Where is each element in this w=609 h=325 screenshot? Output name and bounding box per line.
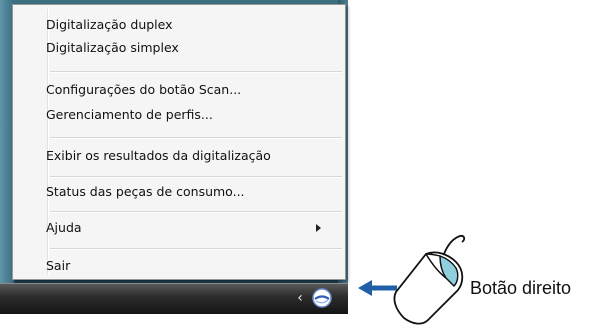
- submenu-arrow-icon: [316, 224, 321, 232]
- menu-separator: [50, 176, 342, 178]
- mouse-icon: [393, 234, 466, 325]
- menu-separator: [50, 71, 342, 73]
- menu-item-profile-management[interactable]: Gerenciamento de perfis...: [46, 105, 213, 125]
- menu-item-view-scan-results[interactable]: Exibir os resultados da digitalização: [46, 146, 271, 166]
- menu-item-simplex-scan[interactable]: Digitalização simplex: [46, 38, 179, 58]
- menu-item-scan-button-settings[interactable]: Configurações do botão Scan...: [46, 80, 241, 100]
- menu-separator: [50, 248, 342, 250]
- menu-item-consumables-status[interactable]: Status das peças de consumo...: [46, 182, 245, 202]
- menu-item-help[interactable]: Ajuda: [46, 218, 82, 238]
- scanner-tray-icon[interactable]: [311, 287, 333, 309]
- right-button-caption: Botão direito: [470, 278, 572, 298]
- chevron-left-icon[interactable]: ‹: [293, 290, 307, 306]
- menu-separator: [50, 137, 342, 139]
- menu-separator: [50, 211, 342, 213]
- menu-item-exit[interactable]: Sair: [46, 256, 70, 276]
- menu-item-duplex-scan[interactable]: Digitalização duplex: [46, 15, 173, 35]
